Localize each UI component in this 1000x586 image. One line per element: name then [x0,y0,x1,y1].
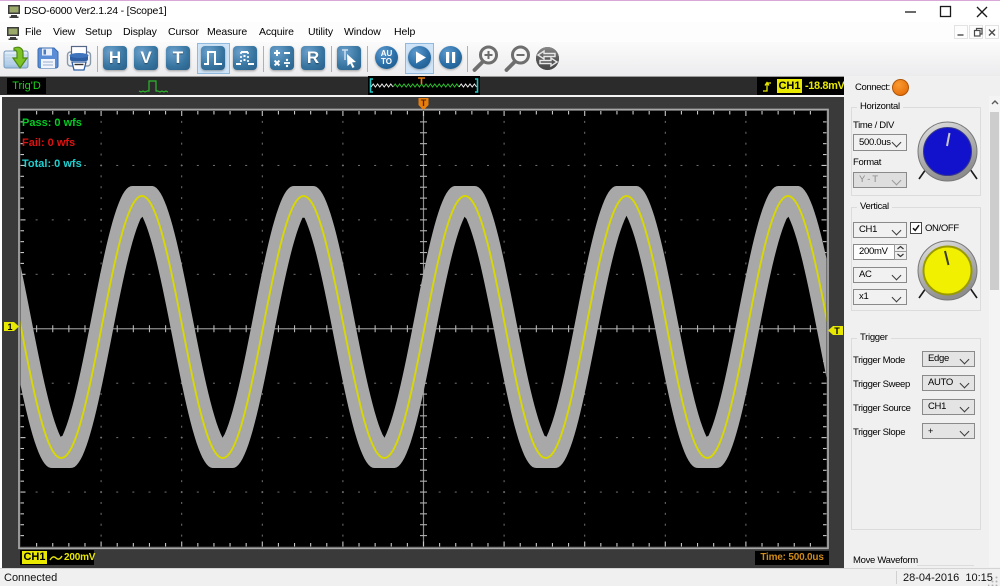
svg-text:T: T [834,326,840,336]
svg-text:T: T [421,98,427,108]
svg-text:1: 1 [7,322,12,332]
